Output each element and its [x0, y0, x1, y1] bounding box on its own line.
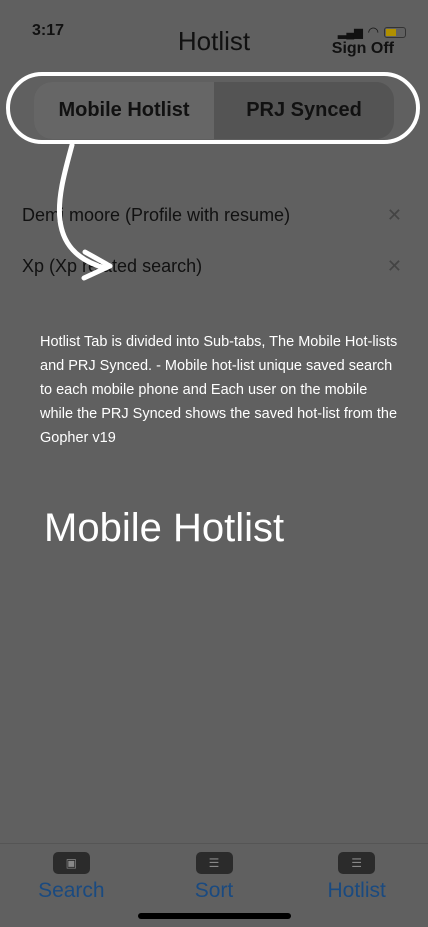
arrow-annotation-icon — [56, 142, 113, 281]
filter-icon: ☰ — [195, 852, 233, 874]
tab-label: Sort — [194, 879, 234, 902]
tab-label: Search — [38, 879, 105, 902]
tab-label: Hotlist — [327, 879, 386, 902]
annotation-heading: Mobile Hotlist — [44, 506, 285, 550]
annotation-note: Hotlist Tab is divided into Sub-tabs, Th… — [40, 334, 398, 446]
home-indicator — [138, 913, 291, 919]
id-card-icon: ▣ — [52, 852, 90, 874]
tab-hotlist[interactable]: ☰ Hotlist — [285, 844, 428, 927]
tab-search[interactable]: ▣ Search — [0, 844, 143, 927]
list-icon: ☰ — [338, 852, 376, 874]
